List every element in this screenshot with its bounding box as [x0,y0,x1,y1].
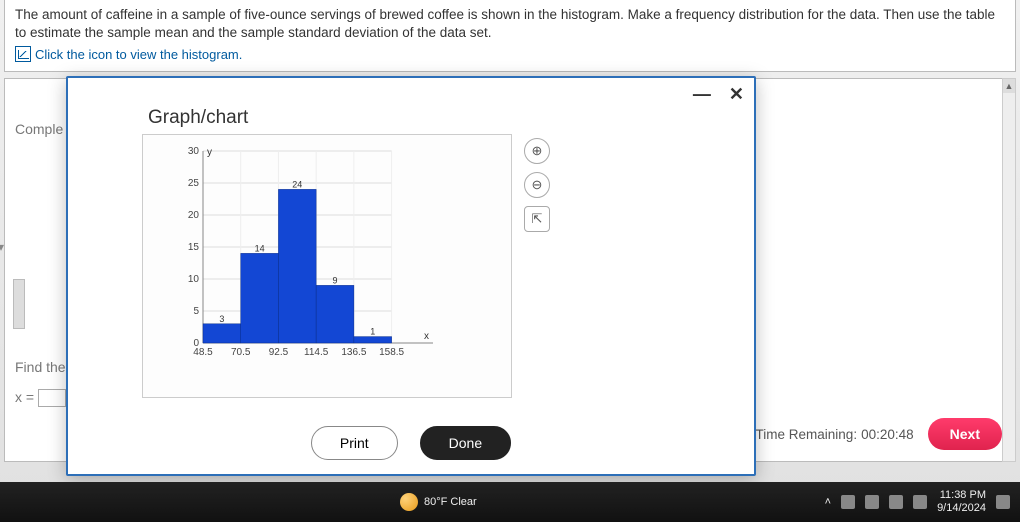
svg-text:136.5: 136.5 [341,347,366,358]
chart-icon [15,46,31,62]
svg-text:24: 24 [292,179,302,189]
taskbar-time: 11:38 PM [937,489,986,502]
notifications-icon[interactable] [996,495,1010,509]
svg-text:114.5: 114.5 [304,347,329,358]
popout-icon: ⇱ [532,211,543,227]
time-remaining: Time Remaining: 00:20:48 [738,427,914,442]
system-tray: ˄ 11:38 PM 9/14/2024 [825,489,1010,514]
svg-text:3: 3 [219,314,224,324]
view-histogram-link[interactable]: Click the icon to view the histogram. [15,46,242,62]
tray-icon-1[interactable] [841,495,855,509]
close-button[interactable]: ✕ [729,84,744,105]
view-histogram-label: Click the icon to view the histogram. [35,47,242,62]
zoom-in-icon: ⊕ [532,143,543,159]
vertical-scrollbar[interactable]: ▲ [1002,78,1016,462]
graph-modal: — ✕ Graph/chart 051015202530yx314249148.… [66,76,756,476]
question-panel: The amount of caffeine in a sample of fi… [4,0,1016,72]
svg-text:158.5: 158.5 [379,347,404,358]
zoom-out-button[interactable]: ⊖ [524,172,550,198]
side-handle[interactable] [13,279,25,329]
done-button[interactable]: Done [420,426,511,460]
svg-text:1: 1 [370,327,375,337]
svg-text:48.5: 48.5 [193,347,213,358]
collapse-caret-icon[interactable]: ▾ [0,240,4,254]
next-button[interactable]: Next [928,418,1002,450]
weather-widget[interactable]: 80°F Clear [400,493,477,511]
svg-text:y: y [207,147,212,158]
timer-label: Time Remaining: [756,427,858,442]
svg-text:x: x [424,331,429,342]
svg-text:10: 10 [188,274,200,285]
equation-row: x = [15,389,66,407]
question-text: The amount of caffeine in a sample of fi… [15,6,1005,42]
tray-chevron-icon[interactable]: ˄ [825,496,831,508]
chart-frame: 051015202530yx314249148.570.592.5114.513… [142,134,512,398]
histogram-chart: 051015202530yx314249148.570.592.5114.513… [179,145,439,365]
equation-input[interactable] [38,389,66,407]
bg-label-find: Find the [15,359,66,375]
svg-text:25: 25 [188,178,200,189]
taskbar: 80°F Clear ˄ 11:38 PM 9/14/2024 [0,482,1020,522]
clock-widget[interactable]: 11:38 PM 9/14/2024 [937,489,986,514]
print-button[interactable]: Print [311,426,398,460]
equation-lhs: x = [15,389,34,405]
tray-volume-icon[interactable] [913,495,927,509]
timer-value: 00:20:48 [861,427,914,442]
taskbar-date: 9/14/2024 [937,502,986,515]
popout-button[interactable]: ⇱ [524,206,550,232]
svg-text:15: 15 [188,242,200,253]
moon-icon [400,493,418,511]
svg-text:5: 5 [193,306,199,317]
weather-text: 80°F Clear [424,496,477,508]
minimize-button[interactable]: — [693,84,711,105]
footer-row: Time Remaining: 00:20:48 Next [738,418,1002,450]
bg-label-complete: Comple [15,121,63,137]
zoom-out-icon: ⊖ [532,177,543,193]
tray-icon-2[interactable] [865,495,879,509]
svg-text:70.5: 70.5 [231,347,251,358]
svg-text:14: 14 [255,243,265,253]
chart-tools: ⊕ ⊖ ⇱ [524,138,550,232]
zoom-in-button[interactable]: ⊕ [524,138,550,164]
svg-text:9: 9 [333,275,338,285]
svg-text:30: 30 [188,146,200,157]
svg-text:20: 20 [188,210,200,221]
scroll-up-icon[interactable]: ▲ [1003,79,1015,93]
modal-title: Graph/chart [68,105,754,137]
tray-wifi-icon[interactable] [889,495,903,509]
svg-text:92.5: 92.5 [269,347,289,358]
